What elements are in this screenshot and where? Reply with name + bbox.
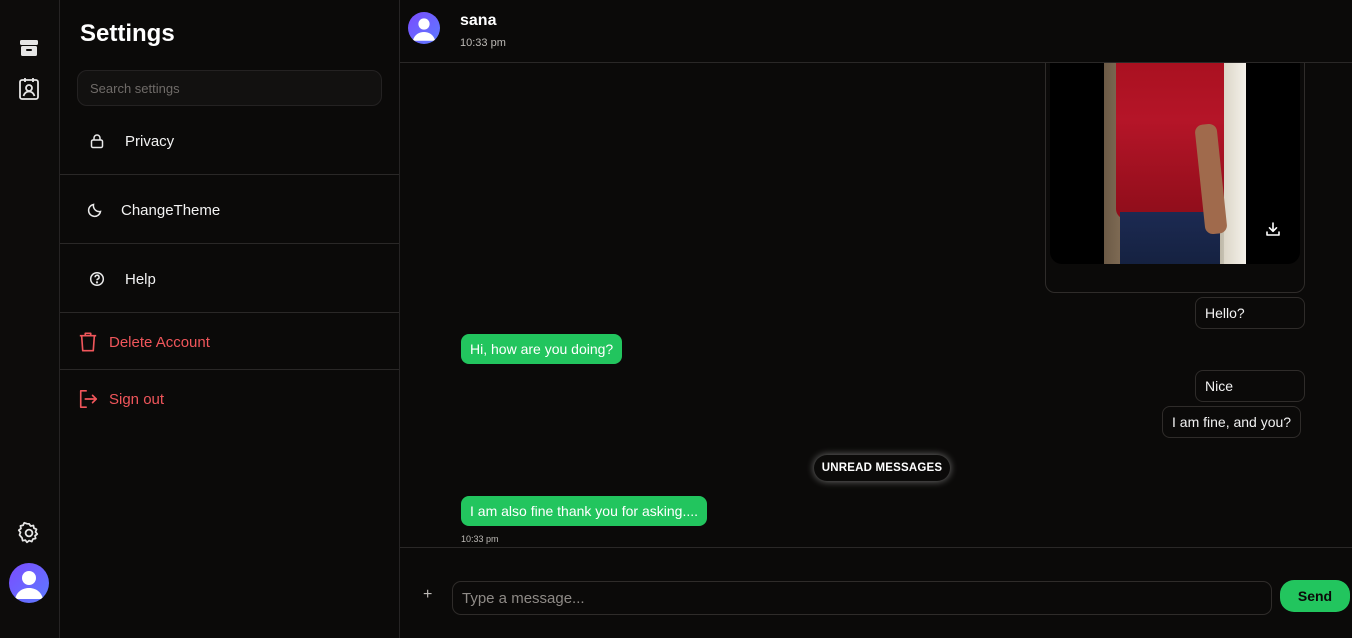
contacts-icon xyxy=(18,77,40,106)
send-button[interactable]: Send xyxy=(1280,580,1350,612)
sign-out-icon xyxy=(78,389,98,409)
image-frame xyxy=(1050,63,1300,264)
divider xyxy=(60,312,399,313)
message-bubble-in[interactable]: I am also fine thank you for asking.... xyxy=(461,496,708,526)
help-circle-icon xyxy=(87,269,107,289)
menu-item-label: Delete Account xyxy=(109,333,210,351)
contacts-button[interactable] xyxy=(16,77,42,106)
menu-item-privacy[interactable]: Privacy xyxy=(60,127,399,155)
settings-title: Settings xyxy=(80,20,175,47)
message-bubble-out[interactable]: Hello? xyxy=(1195,297,1305,329)
menu-item-sign-out[interactable]: Sign out xyxy=(60,385,399,413)
message-bubble-out[interactable]: I am fine, and you? xyxy=(1162,406,1302,438)
menu-item-label: ChangeTheme xyxy=(121,201,221,219)
menu-item-delete-account[interactable]: Delete Account xyxy=(60,328,399,356)
divider xyxy=(60,174,399,175)
chat-header: sana 10:33 pm xyxy=(400,0,1352,63)
message-bubble-out[interactable]: Nice xyxy=(1195,370,1305,402)
menu-item-label: Sign out xyxy=(109,390,165,408)
lock-icon xyxy=(87,131,107,151)
message-bubble-in[interactable]: Hi, how are you doing? xyxy=(461,334,623,364)
settings-button[interactable] xyxy=(16,521,42,550)
message-composer: + Send xyxy=(400,547,1352,638)
download-icon xyxy=(1265,221,1281,242)
menu-item-label: Help xyxy=(125,270,156,288)
photo-attachment[interactable] xyxy=(1104,63,1246,264)
download-button[interactable] xyxy=(1264,221,1282,242)
archive-icon xyxy=(18,37,40,64)
gear-icon xyxy=(17,521,41,550)
message-timestamp: 10:33 pm xyxy=(461,534,499,544)
menu-item-label: Privacy xyxy=(125,132,175,150)
user-avatar-icon xyxy=(9,571,49,603)
menu-item-change-theme[interactable]: ChangeTheme xyxy=(60,196,399,224)
unread-messages-divider: UNREAD MESSAGES xyxy=(814,455,950,481)
menu-item-help[interactable]: Help xyxy=(60,265,399,293)
moon-icon xyxy=(85,200,105,220)
photo-window xyxy=(1224,63,1246,264)
archive-button[interactable] xyxy=(16,37,42,63)
contact-name: sana xyxy=(460,12,497,29)
contact-avatar[interactable] xyxy=(408,12,440,44)
user-avatar[interactable] xyxy=(9,563,49,603)
settings-panel: Settings Privacy ChangeTheme Help xyxy=(60,0,400,638)
nav-rail xyxy=(0,0,60,638)
image-message[interactable] xyxy=(1045,63,1305,293)
trash-icon xyxy=(78,332,98,352)
divider xyxy=(60,369,399,370)
message-input[interactable] xyxy=(452,581,1272,615)
message-list[interactable]: Hello? Hi, how are you doing? Nice I am … xyxy=(400,63,1352,547)
search-settings-input[interactable] xyxy=(77,70,382,106)
attach-button[interactable]: + xyxy=(423,586,432,604)
chat-panel: sana 10:33 pm Hello? Hi, how are you doi… xyxy=(400,0,1352,638)
last-seen-time: 10:33 pm xyxy=(460,37,506,49)
app-window: Settings Privacy ChangeTheme Help xyxy=(0,0,1352,638)
user-avatar-icon xyxy=(408,18,440,44)
divider xyxy=(60,243,399,244)
